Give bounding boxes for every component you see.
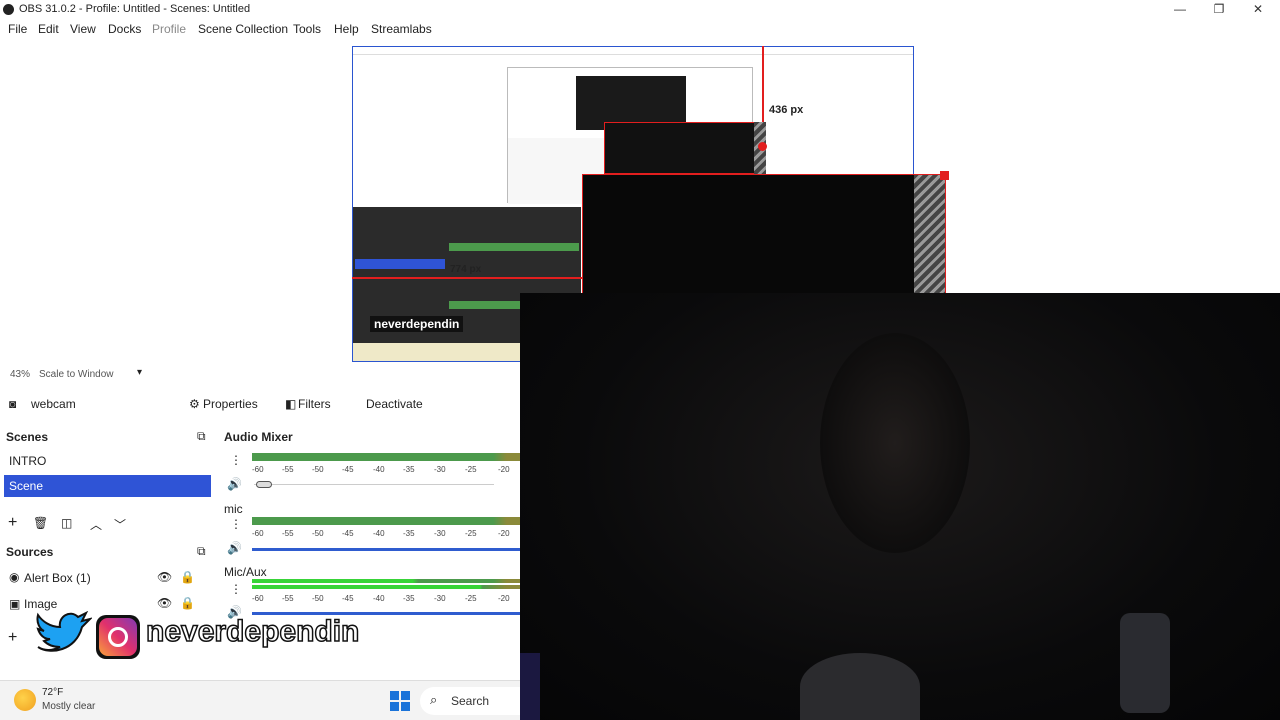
move-up-icon[interactable]: ︿ <box>90 516 102 533</box>
alert-icon: ◉ <box>9 570 20 584</box>
weather-temp[interactable]: 72°F <box>42 687 63 698</box>
minimize-button[interactable]: — <box>1170 2 1190 16</box>
lock-icon[interactable]: 🔒 <box>180 596 195 610</box>
window-titlebar: OBS 31.0.2 - Profile: Untitled - Scenes:… <box>0 0 1280 19</box>
move-down-icon[interactable]: ﹀ <box>114 516 126 533</box>
gear-icon: ⚙ <box>189 397 200 411</box>
search-label: Search <box>451 694 490 708</box>
twitter-icon <box>36 610 94 659</box>
scenes-dock-title: Scenes <box>6 430 49 444</box>
windows-start-icon[interactable] <box>390 691 410 711</box>
audio-meter <box>252 453 520 461</box>
undock-sources-icon[interactable]: ⧉ <box>197 544 206 559</box>
speaker-icon[interactable]: 🔊 <box>227 541 242 555</box>
kebab-icon[interactable]: ⋮ <box>230 517 242 531</box>
add-source-button[interactable]: + <box>8 629 17 647</box>
camera-icon: ◙ <box>9 397 17 411</box>
menu-profile[interactable]: Profile <box>152 22 186 36</box>
image-icon: ▣ <box>9 597 21 611</box>
source-item[interactable]: Image <box>24 597 57 611</box>
resize-handle-corner[interactable] <box>940 171 949 180</box>
scene-filter-icon[interactable]: ◫ <box>61 516 72 530</box>
menu-bar: File Edit View Docks Profile Scene Colle… <box>0 19 1280 39</box>
menu-edit[interactable]: Edit <box>38 22 59 36</box>
docks-panel: 43% Scale to Window ▾ ◙ webcam ⚙ Propert… <box>0 365 520 720</box>
scene-item-label: Scene <box>9 479 44 493</box>
maximize-button[interactable]: ❐ <box>1209 2 1229 16</box>
speaker-icon[interactable]: 🔊 <box>227 605 242 619</box>
channel-name: Mic/Aux <box>224 565 267 579</box>
measure-label-top: 436 px <box>769 104 804 116</box>
menu-docks[interactable]: Docks <box>108 22 141 36</box>
volume-slider[interactable] <box>252 612 520 615</box>
menu-help[interactable]: Help <box>334 22 359 36</box>
weather-desc[interactable]: Mostly clear <box>42 701 95 712</box>
kebab-icon[interactable]: ⋮ <box>230 453 242 467</box>
webcam-feed <box>520 293 1280 720</box>
eye-icon[interactable]: 👁 <box>157 570 172 584</box>
social-handle: neverdependin <box>145 614 360 649</box>
obs-app-icon <box>3 4 14 15</box>
trash-icon[interactable]: 🗑 <box>33 516 48 530</box>
chevron-down-icon[interactable]: ▾ <box>137 367 142 378</box>
source-item[interactable]: Alert Box (1) <box>24 571 91 585</box>
properties-button[interactable]: Properties <box>203 397 258 411</box>
scene-item-selected[interactable]: Scene <box>4 475 211 497</box>
audio-mixer-title: Audio Mixer <box>224 430 293 444</box>
menu-file[interactable]: File <box>8 22 27 36</box>
lock-icon[interactable]: 🔒 <box>180 570 195 584</box>
volume-slider[interactable] <box>252 548 520 551</box>
selection-bounds <box>582 174 946 293</box>
menu-tools[interactable]: Tools <box>293 22 321 36</box>
measure-label-left: 774 px <box>450 264 482 275</box>
kebab-icon[interactable]: ⋮ <box>230 582 242 596</box>
selected-source-name: webcam <box>31 397 76 411</box>
zoom-level[interactable]: 43% <box>10 369 30 380</box>
webcam-shoulder <box>800 653 920 720</box>
measure-line-left <box>352 277 582 279</box>
filter-icon: ◧ <box>285 397 297 411</box>
menu-view[interactable]: View <box>70 22 96 36</box>
menu-streamlabs[interactable]: Streamlabs <box>371 22 432 36</box>
menu-scene-collection[interactable]: Scene Collection <box>198 22 288 36</box>
instagram-icon <box>96 615 140 659</box>
scene-item[interactable]: INTRO <box>9 454 46 468</box>
scale-mode[interactable]: Scale to Window <box>39 369 113 380</box>
deactivate-button[interactable]: Deactivate <box>366 397 423 411</box>
sources-dock-title: Sources <box>6 545 54 559</box>
undock-icon[interactable]: ⧉ <box>197 429 206 444</box>
audio-meter <box>252 517 520 525</box>
eye-icon[interactable]: 👁 <box>157 596 172 610</box>
close-button[interactable]: ✕ <box>1248 2 1268 16</box>
weather-icon[interactable] <box>14 689 36 711</box>
volume-slider[interactable] <box>256 481 272 488</box>
nested-social-overlay: neverdependin <box>370 316 464 332</box>
channel-name: mic <box>224 502 243 516</box>
add-scene-button[interactable]: + <box>8 514 17 532</box>
webcam-face <box>820 333 970 553</box>
taskbar-search[interactable]: ⌕ Search <box>420 687 520 715</box>
window-title: OBS 31.0.2 - Profile: Untitled - Scenes:… <box>19 3 251 15</box>
nested-titlebar <box>353 47 913 55</box>
resize-handle[interactable] <box>758 142 767 151</box>
search-icon: ⌕ <box>430 692 438 707</box>
filters-button[interactable]: Filters <box>298 397 331 411</box>
speaker-icon[interactable]: 🔊 <box>227 477 242 491</box>
webcam-thumb <box>604 122 764 174</box>
audio-meter-level <box>252 579 520 583</box>
windows-taskbar: 72°F Mostly clear ⌕ Search <box>0 680 520 720</box>
audio-meter-level <box>252 585 520 589</box>
